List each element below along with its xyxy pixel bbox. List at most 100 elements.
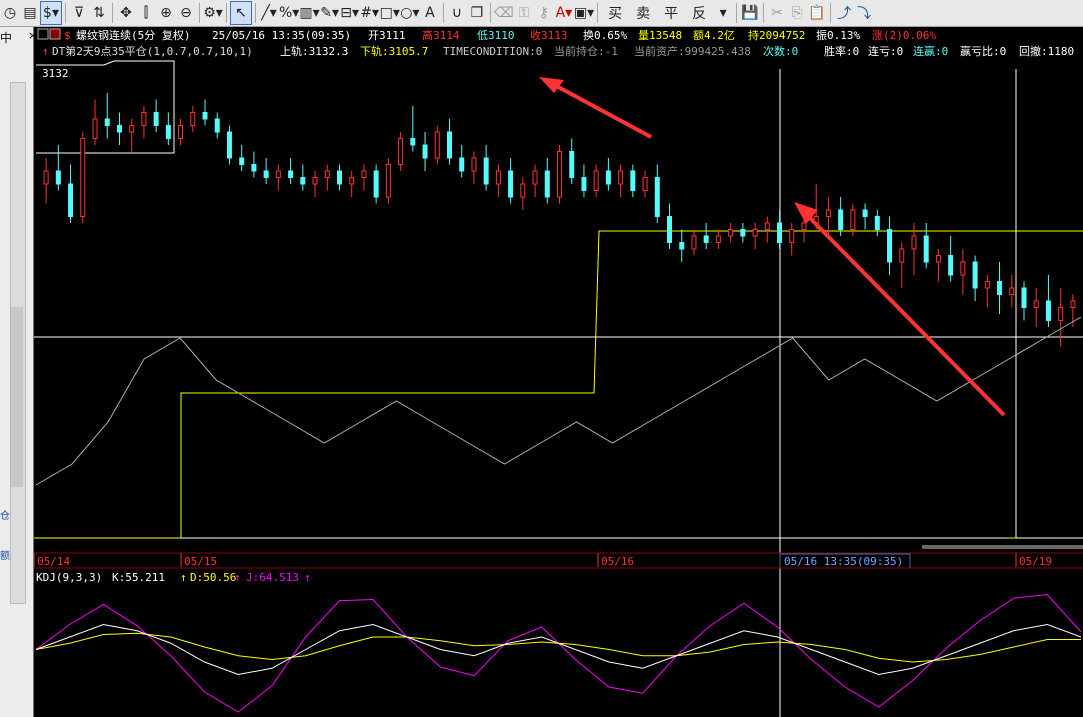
candle-body — [43, 170, 49, 185]
candle-body — [789, 229, 795, 243]
candle-body — [116, 125, 122, 133]
candle-body — [214, 118, 220, 133]
candle-body — [997, 281, 1003, 295]
text-icon[interactable]: A — [420, 2, 440, 24]
lock-icon[interactable]: ⚿ — [514, 2, 534, 24]
candle-body — [569, 151, 575, 178]
filter-icon[interactable]: ⊽ — [69, 2, 89, 24]
paste-icon[interactable]: 📋 — [807, 2, 827, 24]
candle-body — [1045, 300, 1051, 321]
buy-button[interactable]: 买 — [601, 2, 629, 24]
chevron-down-icon[interactable]: ▾ — [713, 2, 733, 24]
split-icon[interactable]: ⫿ — [136, 2, 156, 24]
candle-body — [141, 112, 147, 126]
candle-body — [838, 209, 844, 230]
candle-body — [544, 170, 550, 198]
up-icon[interactable]: ⤴ — [834, 2, 854, 24]
candle-body — [300, 177, 306, 185]
candle-body — [630, 170, 636, 191]
pointer-icon[interactable]: ↖ — [230, 1, 252, 25]
grid-icon[interactable]: #▾ — [360, 2, 380, 24]
upper-band-label: 上轨:3132.3 — [280, 44, 348, 58]
candle-body — [55, 170, 61, 185]
side-label-2: 额 — [0, 551, 10, 562]
kdj-name: KDJ(9,3,3) — [36, 571, 102, 584]
candle-body — [801, 222, 807, 230]
reverse-button[interactable]: 反 — [685, 2, 713, 24]
flat-button[interactable]: 平 — [657, 2, 685, 24]
pnlratio-label: 赢亏比:0 — [960, 44, 1006, 58]
ruler-icon[interactable]: ▥▾ — [299, 2, 319, 24]
amp-label: 振0.13% — [816, 28, 860, 42]
turnover-label: 换0.65% — [583, 28, 627, 42]
rect-icon[interactable]: □▾ — [380, 2, 400, 24]
pen-icon[interactable]: ✎▾ — [320, 2, 340, 24]
scrollbar-thumb[interactable] — [11, 307, 23, 487]
unlock-icon[interactable]: ⚷ — [534, 2, 554, 24]
candle-body — [398, 138, 404, 165]
candle-body — [483, 157, 489, 185]
assets-label: 当前资产:999425.438 — [634, 44, 751, 58]
candle-body — [422, 144, 428, 159]
copy2-icon[interactable]: ⎘ — [787, 2, 807, 24]
ellipse-icon[interactable]: ○▾ — [400, 2, 420, 24]
copy-icon[interactable]: ❐ — [467, 2, 487, 24]
candle-body — [92, 118, 98, 139]
candle-body — [752, 229, 758, 237]
candle-body — [899, 248, 905, 263]
line-icon[interactable]: ╱▾ — [259, 2, 279, 24]
candle-body — [129, 125, 135, 133]
candle-body — [1009, 287, 1015, 295]
candle-body — [593, 170, 599, 191]
down-icon[interactable]: ⤵ — [854, 2, 874, 24]
candle-body — [190, 112, 196, 126]
zoom-out-icon[interactable]: ⊖ — [176, 2, 196, 24]
toolbar: ◷ ▤ $▾ ⊽ ⇅ ✥ ⫿ ⊕ ⊖ ⚙▾ ↖ ╱▾ %▾ ▥▾ ✎▾ ⊟▾ #… — [0, 0, 1083, 27]
candle-body — [1033, 300, 1039, 308]
candle-body — [728, 229, 734, 237]
magnet-icon[interactable]: ∪ — [447, 2, 467, 24]
kdj-j-arrow: ↑ — [304, 571, 311, 584]
candle-body — [459, 157, 465, 172]
candle-body — [557, 151, 562, 198]
save-icon[interactable]: 💾 — [740, 2, 760, 24]
candle-body — [178, 125, 184, 139]
h-scrollbar[interactable] — [922, 545, 1083, 549]
candle-body — [935, 255, 941, 263]
candle-body — [104, 118, 110, 126]
candle-body — [581, 177, 587, 191]
candle-body — [984, 281, 990, 289]
dollar-icon[interactable]: $▾ — [40, 1, 62, 25]
color-icon[interactable]: A▾ — [554, 2, 574, 24]
menu-box-icon-2[interactable] — [49, 28, 61, 40]
candle-body — [336, 170, 342, 185]
refresh-icon[interactable]: ⇅ — [89, 2, 109, 24]
candle-body — [263, 170, 269, 178]
sell-button[interactable]: 卖 — [629, 2, 657, 24]
candle-body — [923, 235, 929, 263]
candle-body — [532, 170, 538, 185]
indicator-icon[interactable]: ⊟▾ — [340, 2, 360, 24]
timer-icon[interactable]: ◷ — [0, 2, 20, 24]
candle-body — [715, 235, 721, 243]
zoom-in-icon[interactable]: ⊕ — [156, 2, 176, 24]
candle-body — [165, 125, 171, 139]
winstreak-label: 连赢:0 — [913, 44, 948, 58]
delete-icon[interactable]: ⌫ — [494, 2, 514, 24]
gear-icon[interactable]: ⚙▾ — [203, 2, 223, 24]
cut-icon[interactable]: ✂ — [767, 2, 787, 24]
candle-body — [385, 164, 391, 198]
date-label-0: 05/14 — [37, 555, 70, 568]
move-icon[interactable]: ✥ — [116, 2, 136, 24]
drawdown-label: 回撤:1180 — [1019, 44, 1074, 58]
candle-body — [642, 177, 648, 191]
candle-body — [312, 177, 318, 185]
kline-chart[interactable]: $ 螺纹钢连续(5分 复权) 25/05/16 13:35(09:35) 开31… — [34, 27, 1083, 717]
window-icon[interactable]: ▣▾ — [574, 2, 594, 24]
percent-icon[interactable]: %▾ — [279, 2, 299, 24]
amount-label: 额4.2亿 — [693, 29, 735, 42]
candle-body — [446, 131, 452, 159]
symbol-label: 螺纹钢连续(5分 复权) — [76, 28, 191, 42]
doc-icon[interactable]: ▤ — [20, 2, 40, 24]
candle-body — [764, 222, 770, 230]
